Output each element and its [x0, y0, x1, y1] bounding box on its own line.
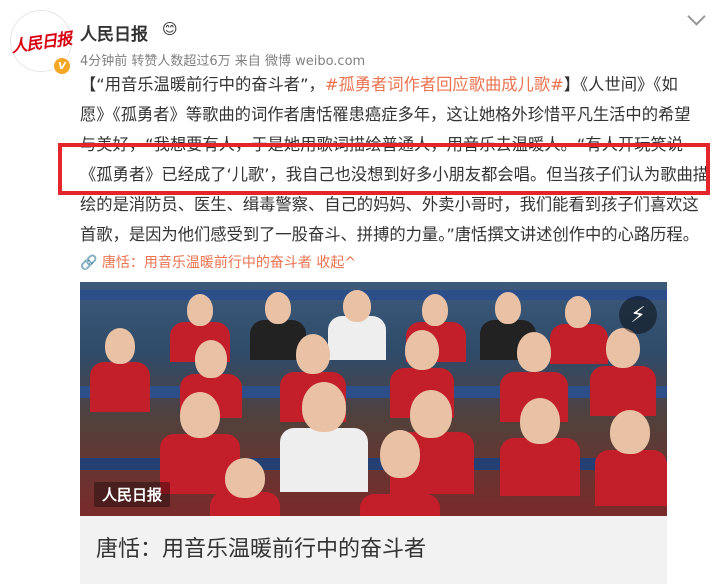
post-text-span: 绘的是消防员、医生、缉毒警察、自己的妈妈、外卖小哥时，我们能看到孩子们喜欢这 [80, 195, 699, 214]
post-line: 与美好，“我想要有人，于是她用歌词描绘普通人，用音乐去温暖人。“有人开玩笑说 [80, 130, 714, 160]
user-name[interactable]: 人民日报 [80, 20, 148, 45]
post-meta: 4分钟前 转赞人数超过6万 来自 微博 weibo.com [80, 54, 366, 69]
hashtag-link[interactable]: #孤勇者词作者回应歌曲成儿歌# [325, 75, 564, 94]
verified-badge-icon: V [52, 56, 72, 76]
vip-badge-icon: 😊 [162, 20, 178, 38]
post-text-span: 与美好，“我想要有人，于是她用歌词描绘普通人，用音乐去温暖人。“有人开玩笑说 [80, 135, 683, 154]
post-photo[interactable]: ⚡ 人民日报 [80, 282, 667, 516]
post-line: 【“用音乐温暖前行中的奋斗者”，#孤勇者词作者回应歌曲成儿歌#】《人世间》《如 [80, 70, 714, 100]
post-line: 首歌，是因为他们感受到了一股奋斗、拼搏的力量。”唐恬撰文讲述创作中的心路历程。 [80, 220, 714, 250]
post-text-span: 】《人世间》《如 [563, 75, 678, 94]
photo-watermark: 人民日报 [94, 482, 171, 507]
reference-text[interactable]: 唐恬：用音乐温暖前行中的奋斗者 [102, 255, 312, 271]
collapse-label: 收起 [316, 255, 345, 271]
post-text-span: 《孤勇者》已经成了‘儿歌’，我自己也没想到好多小朋友都会唱。但当孩子们认为歌曲描 [80, 165, 710, 184]
avatar-logo: 人民日报 [10, 28, 73, 57]
chevron-down-icon[interactable] [687, 7, 706, 26]
post-text-span: 愿》《孤勇者》等歌曲的词作者唐恬罹患癌症多年，这让她格外珍惜平凡生活中的希望 [80, 105, 691, 124]
post-line: 愿》《孤勇者》等歌曲的词作者唐恬罹患癌症多年，这让她格外珍惜平凡生活中的希望 [80, 100, 714, 130]
post-line: 《孤勇者》已经成了‘儿歌’，我自己也没想到好多小朋友都会唱。但当孩子们认为歌曲描 [80, 160, 714, 190]
lightning-icon[interactable]: ⚡ [619, 296, 657, 334]
post-text-span: 首歌，是因为他们感受到了一股奋斗、拼搏的力量。”唐恬撰文讲述创作中的心路历程。 [80, 225, 699, 244]
article-card-title[interactable]: 唐恬：用音乐温暖前行中的奋斗者 [80, 516, 667, 584]
reference-link[interactable]: 🔗 唐恬：用音乐温暖前行中的奋斗者 收起^ [80, 252, 356, 272]
post-body: 【“用音乐温暖前行中的奋斗者”，#孤勇者词作者回应歌曲成儿歌#】《人世间》《如愿… [80, 70, 714, 250]
post-line: 绘的是消防员、医生、缉毒警察、自己的妈妈、外卖小哥时，我们能看到孩子们喜欢这 [80, 190, 714, 220]
chevron-up-icon: ^ [344, 255, 357, 271]
link-icon: 🔗 [80, 255, 98, 271]
collapse-button[interactable]: 收起^ [316, 255, 356, 271]
post-text-span: 【“用音乐温暖前行中的奋斗者”， [80, 75, 325, 94]
